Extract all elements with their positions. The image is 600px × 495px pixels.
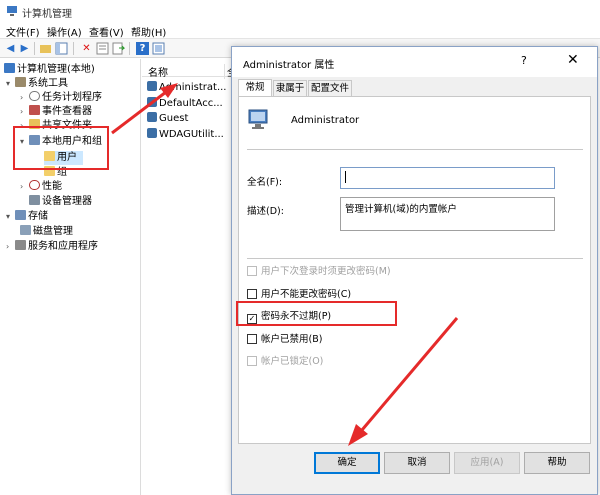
annotation-arrows bbox=[111, 83, 459, 446]
annotation-arrow-to-list bbox=[111, 90, 167, 135]
annotation-arrow-to-ok bbox=[360, 317, 459, 431]
